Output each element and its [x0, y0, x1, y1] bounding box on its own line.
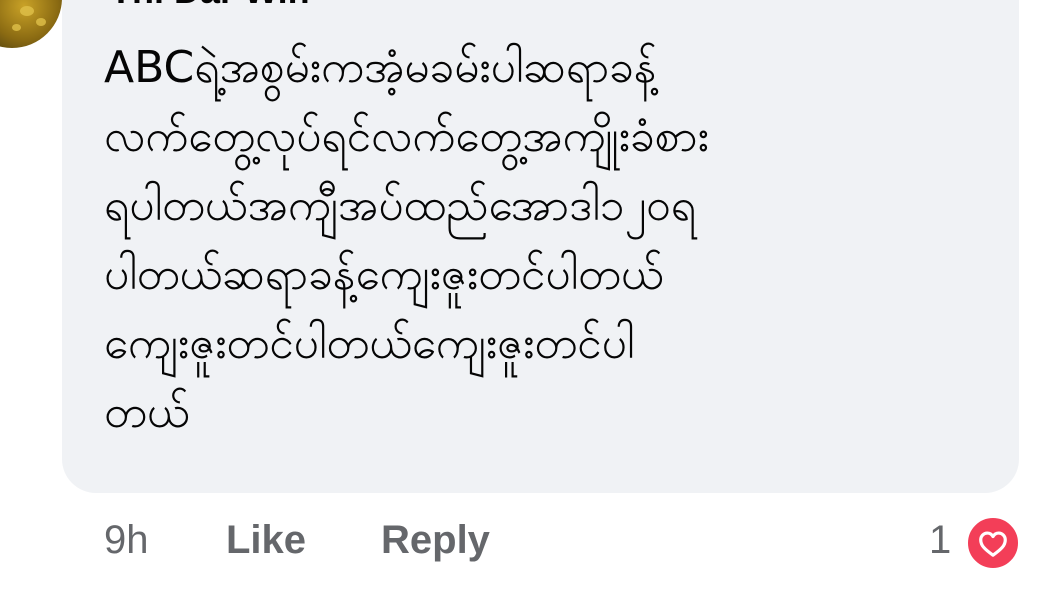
comment-author-name[interactable]: Thi Dar Win [110, 0, 310, 12]
comment-screen: Thi Dar Win ABCရဲ့အစွမ်းကအံ့မခမ်းပါဆရာခန… [0, 0, 1059, 595]
comment-actions: 9h Like Reply 1 [0, 512, 1059, 582]
like-button[interactable]: Like [226, 518, 306, 563]
avatar[interactable] [0, 0, 62, 48]
comment-text: ABCရဲ့အစွမ်းကအံ့မခမ်းပါဆရာခန့် လက်တွေ့လု… [104, 42, 709, 438]
reply-button[interactable]: Reply [381, 518, 490, 563]
heart-icon[interactable] [964, 514, 1022, 572]
reaction-count[interactable]: 1 [929, 518, 951, 563]
comment-timestamp[interactable]: 9h [104, 518, 149, 563]
